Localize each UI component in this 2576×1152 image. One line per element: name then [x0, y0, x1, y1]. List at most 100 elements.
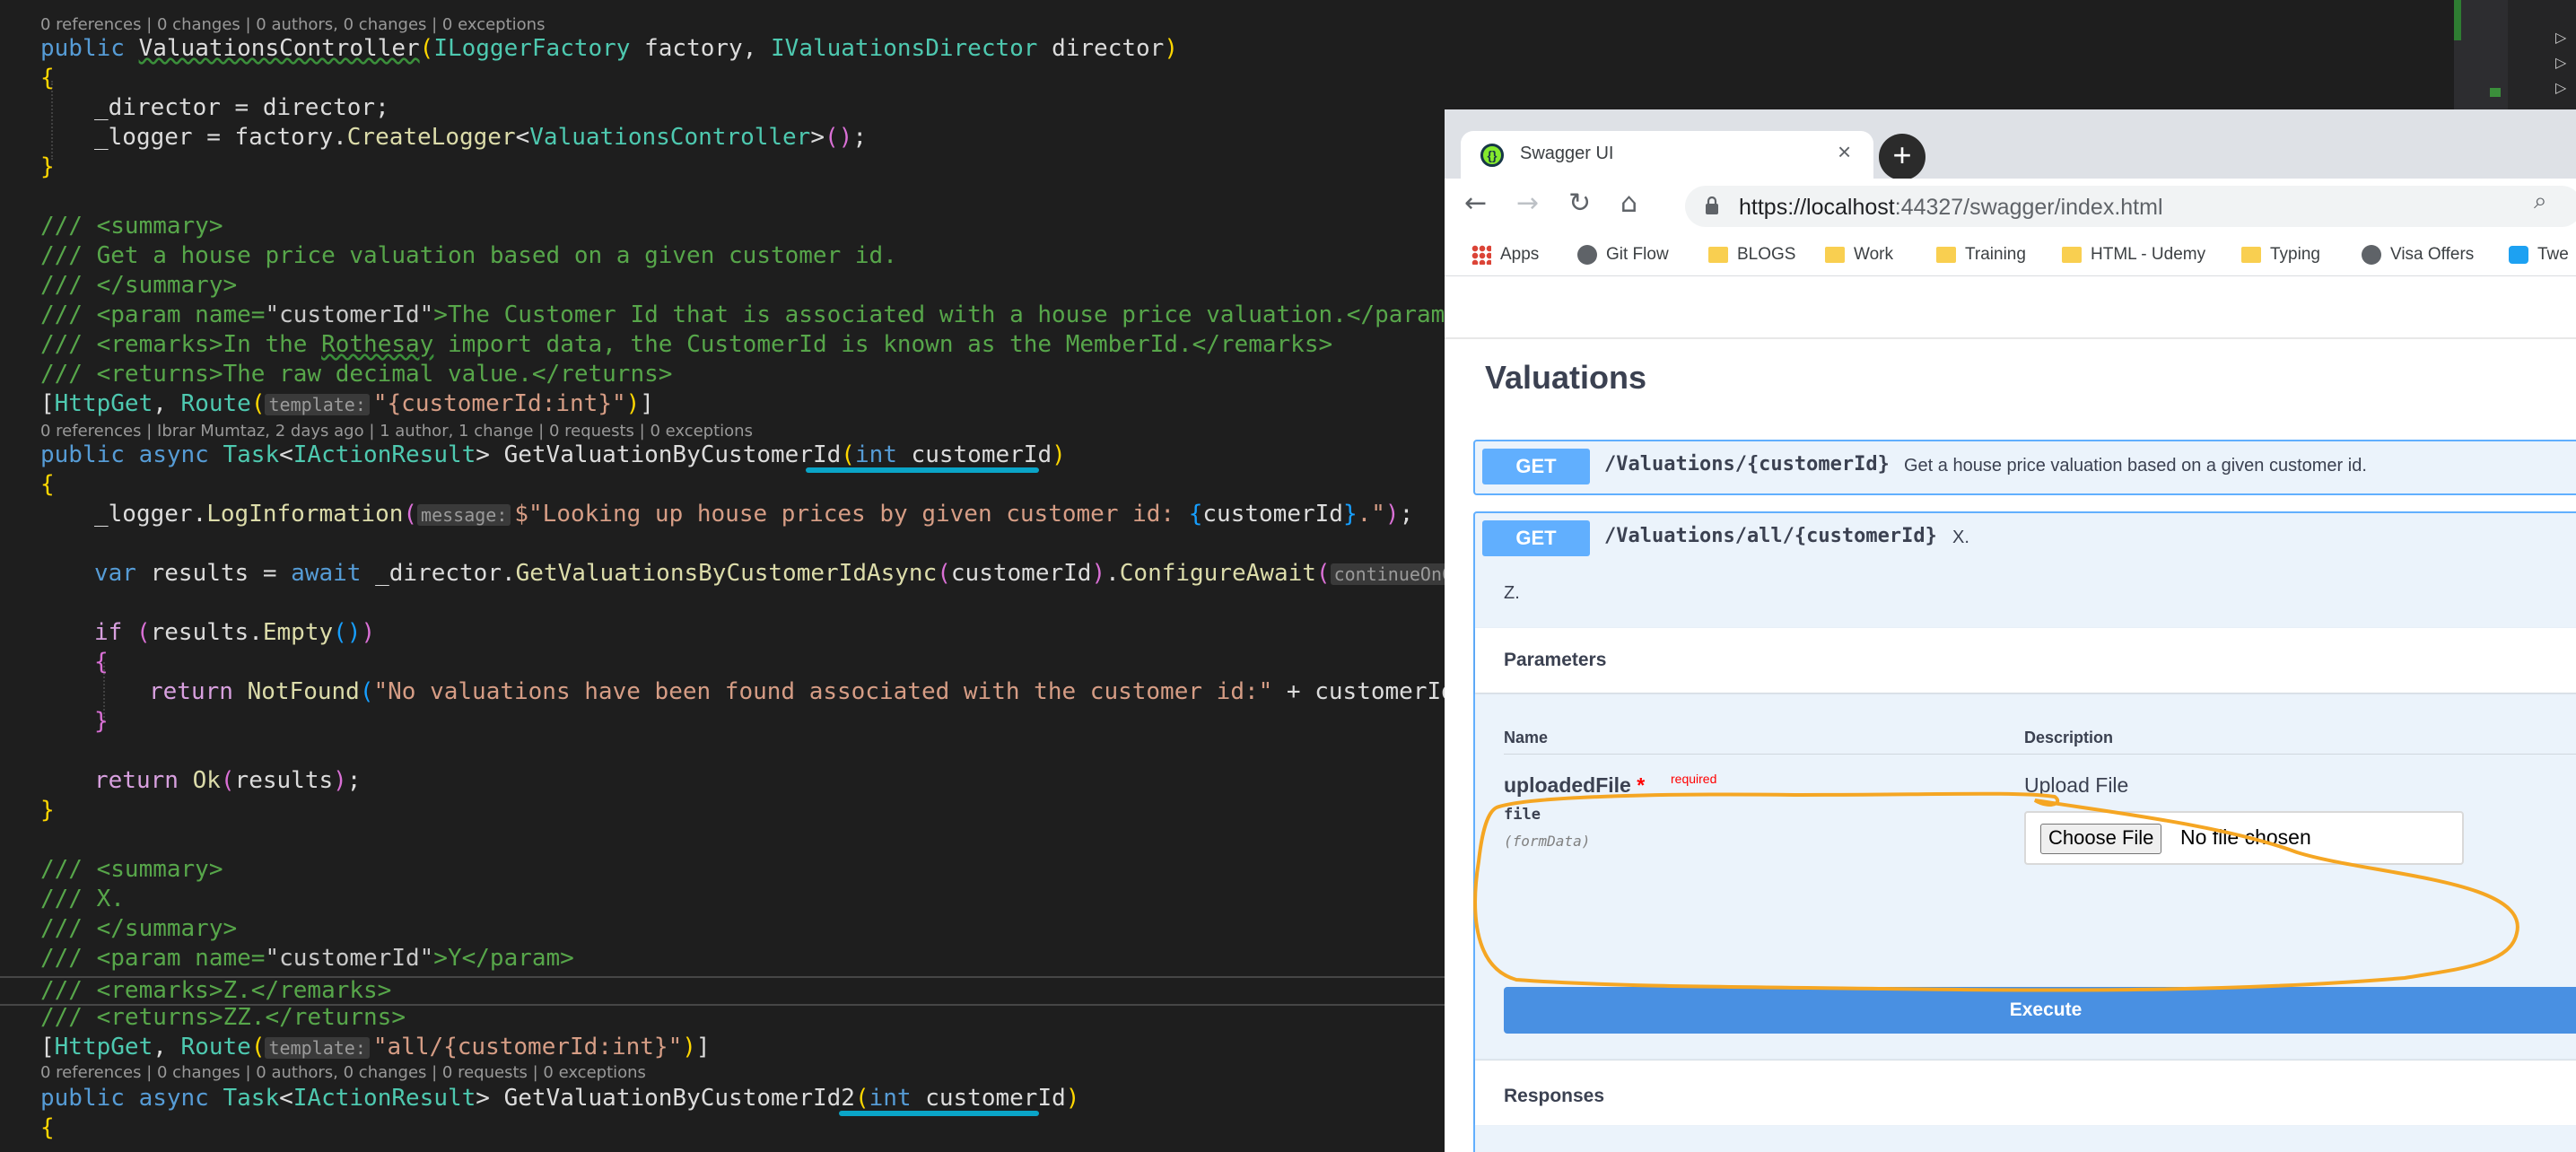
parameters-title: Parameters: [1504, 650, 1606, 671]
divider: [1504, 754, 2576, 755]
scroll-marker: [2454, 0, 2461, 40]
bookmark-twitter[interactable]: Twe: [2509, 245, 2569, 265]
responses-header: Responses: [1475, 1060, 2576, 1125]
code-line: return Ok(results);: [94, 766, 361, 796]
code-line: /// Get a house price valuation based on…: [40, 241, 897, 271]
code-line: /// X.: [40, 885, 125, 914]
required-label: required: [1671, 772, 1716, 786]
operation-path: /Valuations/{customerId}: [1604, 453, 1890, 476]
file-status: No file chosen: [2180, 825, 2311, 850]
parameter-description: Upload File: [2024, 773, 2128, 798]
tab-strip: {} Swagger UI × +: [1445, 109, 2576, 179]
bookmark-apps[interactable]: Apps: [1471, 245, 1539, 265]
bookmarks-bar: Apps Git Flow BLOGS Work Training HTML -…: [1445, 234, 2576, 276]
code-line: {: [94, 648, 109, 677]
method-badge[interactable]: GET: [1482, 520, 1590, 556]
home-icon[interactable]: ⌂: [1620, 188, 1637, 219]
forward-icon[interactable]: →: [1516, 188, 1539, 219]
browser-window: {} Swagger UI × + ← → ↻ ⌂ https://localh…: [1445, 109, 2576, 1152]
code-line: /// </summary>: [40, 914, 237, 944]
parameter-name: uploadedFile *: [1504, 773, 1645, 798]
code-line: public ValuationsController(ILoggerFacto…: [40, 34, 1178, 64]
new-tab-button[interactable]: +: [1879, 134, 1925, 180]
code-line: [HttpGet, Route(template:"all/{customerI…: [40, 1033, 711, 1062]
operation-summary: Get a house price valuation based on a g…: [1904, 456, 2367, 476]
expand-arrow-icon[interactable]: ▷: [2555, 79, 2566, 96]
codelens-method1[interactable]: 0 references | Ibrar Mumtaz, 2 days ago …: [40, 422, 753, 441]
code-line: /// <returns>The raw decimal value.</ret…: [40, 360, 672, 389]
expand-arrow-icon[interactable]: ▷: [2555, 29, 2566, 46]
operation-description: Z.: [1504, 583, 1520, 604]
code-line: var results = await _director.GetValuati…: [94, 559, 1445, 589]
code-line: }: [40, 796, 55, 825]
code-editor[interactable]: 0 references | 0 changes | 0 authors, 0 …: [0, 0, 1445, 1152]
code-line: /// </summary>: [40, 271, 237, 301]
responses-title: Responses: [1504, 1086, 1604, 1107]
code-line: /// <remarks>Z.</remarks>: [40, 976, 391, 1006]
bookmark-typing[interactable]: Typing: [2241, 245, 2320, 265]
code-line: if (results.Empty()): [94, 618, 375, 648]
close-icon[interactable]: ×: [1838, 138, 1851, 166]
folder-icon: [1936, 247, 1956, 263]
column-description-header: Description: [2024, 729, 2113, 747]
bookmark-html-udemy[interactable]: HTML - Udemy: [2062, 245, 2205, 265]
code-line: {: [40, 1113, 55, 1143]
swagger-favicon-icon: {}: [1480, 144, 1504, 167]
folder-icon: [2062, 247, 2082, 263]
divider: [1445, 337, 2576, 339]
expand-arrow-icon[interactable]: ▷: [2555, 54, 2566, 71]
operation-get-valuation[interactable]: GET /Valuations/{customerId} Get a house…: [1473, 440, 2576, 495]
column-name-header: Name: [1504, 729, 1548, 747]
bookmark-visa-offers[interactable]: Visa Offers: [2362, 245, 2474, 265]
code-line: }: [94, 707, 109, 737]
bookmark-work[interactable]: Work: [1825, 245, 1893, 265]
tab-swagger-ui[interactable]: {} Swagger UI ×: [1461, 131, 1873, 179]
codelens-method2[interactable]: 0 references | 0 changes | 0 authors, 0 …: [40, 1063, 646, 1083]
bookmark-git-flow[interactable]: Git Flow: [1577, 245, 1669, 265]
code-line: /// <remarks>In the Rothesay import data…: [40, 330, 1332, 360]
lock-icon: [1705, 196, 1719, 214]
code-line: public async Task<IActionResult> GetValu…: [40, 441, 1066, 470]
method-badge: GET: [1482, 449, 1590, 484]
code-line: /// <param name="customerId">Y</param>: [40, 944, 574, 973]
operation-path[interactable]: /Valuations/all/{customerId}: [1604, 525, 1937, 547]
address-bar[interactable]: https://localhost:44327/swagger/index.ht…: [1685, 186, 2576, 227]
section-title[interactable]: Valuations: [1485, 359, 1646, 397]
apps-grid-icon: [1471, 245, 1491, 265]
file-input[interactable]: Choose File No file chosen: [2024, 811, 2464, 865]
codelens-ctor[interactable]: 0 references | 0 changes | 0 authors, 0 …: [40, 15, 545, 35]
code-line: _logger = factory.CreateLogger<Valuation…: [94, 123, 867, 153]
code-line: /// <summary>: [40, 212, 223, 241]
globe-icon: [1577, 245, 1597, 265]
back-icon[interactable]: ←: [1464, 188, 1487, 219]
underline-annotation: [806, 467, 1039, 473]
choose-file-button[interactable]: Choose File: [2040, 824, 2161, 854]
browser-toolbar: ← → ↻ ⌂ https://localhost:44327/swagger/…: [1445, 179, 2576, 234]
parameter-location: (formData): [1504, 833, 1590, 850]
search-icon[interactable]: ⌕: [2534, 187, 2547, 215]
bookmark-blogs[interactable]: BLOGS: [1708, 245, 1795, 265]
code-line: public async Task<IActionResult> GetValu…: [40, 1084, 1079, 1113]
globe-icon: [2362, 245, 2381, 265]
code-line: /// <returns>ZZ.</returns>: [40, 1003, 406, 1033]
swagger-page: Valuations GET /Valuations/{customerId} …: [1445, 276, 2576, 1152]
scrollbar-track: [2454, 0, 2508, 117]
underline-annotation: [839, 1111, 1039, 1116]
code-line: return NotFound("No valuations have been…: [149, 677, 1445, 707]
execute-button[interactable]: Execute: [1504, 987, 2576, 1034]
parameter-type: file: [1504, 806, 1541, 824]
code-line: {: [40, 470, 55, 500]
code-line: [HttpGet, Route(template:"{customerId:in…: [40, 389, 654, 419]
code-line: _director = director;: [94, 93, 389, 123]
folder-icon: [1708, 247, 1728, 263]
folder-icon: [2241, 247, 2261, 263]
parameters-header: Parameters: [1475, 628, 2576, 693]
code-line: _logger.LogInformation(message:$"Looking…: [94, 500, 1413, 529]
code-line: /// <summary>: [40, 855, 223, 885]
reload-icon[interactable]: ↻: [1568, 188, 1591, 219]
bookmark-training[interactable]: Training: [1936, 245, 2026, 265]
url-text: https://localhost:44327/swagger/index.ht…: [1739, 195, 2163, 221]
operation-summary: X.: [1952, 528, 1969, 548]
tab-title: Swagger UI: [1520, 144, 1614, 164]
scroll-marker: [2490, 88, 2501, 97]
